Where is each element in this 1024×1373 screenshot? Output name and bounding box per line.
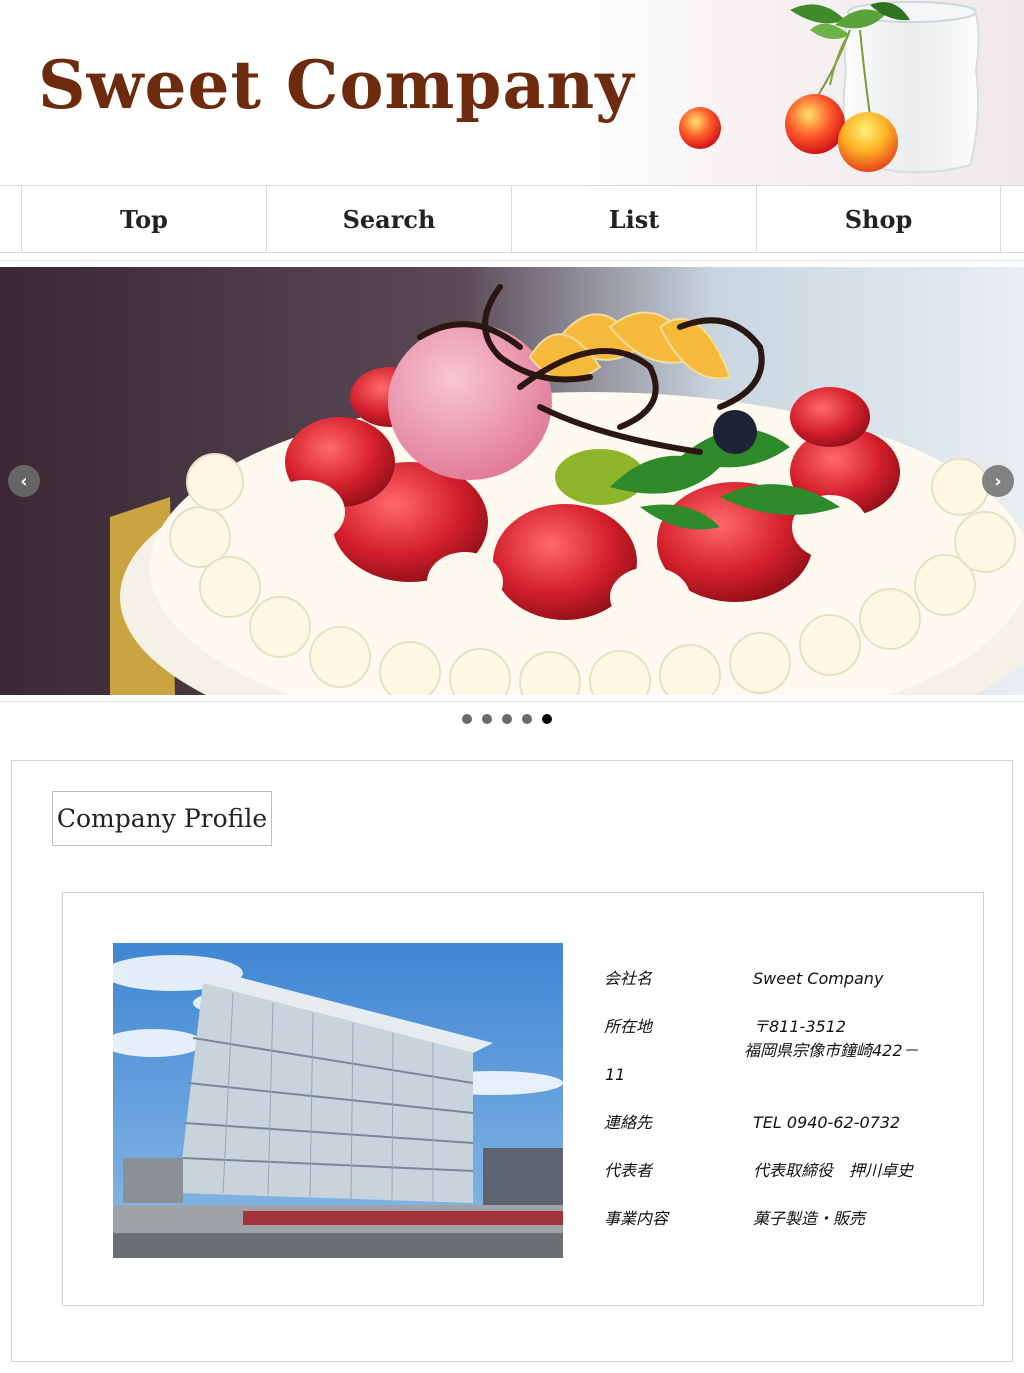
nav-divider [0,260,1024,261]
label-address: 所在地 [604,1017,653,1036]
nav-list[interactable]: List [511,186,756,252]
label-company-name: 会社名 [604,969,653,988]
section-title: Company Profile [52,791,272,846]
slider-pagination [462,714,552,726]
cake-slide-image [0,267,1024,695]
chevron-left-icon: ‹ [20,470,28,492]
nav-search[interactable]: Search [266,186,511,252]
value-postal-code: 〒811-3512 [753,1017,847,1036]
value-contact: TEL 0940-62-0732 [753,1113,901,1132]
label-representative: 代表者 [604,1161,653,1180]
hero-slider[interactable] [0,267,1024,695]
value-address-line: 福岡県宗像市鐘崎422－ [744,1041,919,1060]
chevron-right-icon: › [994,470,1002,492]
slider-divider [0,701,1024,702]
slider-next-button[interactable]: › [982,465,1014,497]
cherries-jar-image [679,1,980,174]
value-business: 菓子製造・販売 [753,1209,866,1228]
value-representative: 代表取締役 押川卓史 [753,1161,914,1180]
nav-shop[interactable]: Shop [756,186,1001,252]
value-company-name: Sweet Company [753,969,884,988]
site-header: Sweet Company [0,0,1024,185]
slider-dot-2[interactable] [482,714,492,724]
slider-dot-4[interactable] [522,714,532,724]
slider-prev-button[interactable]: ‹ [8,465,40,497]
slider-dot-5[interactable] [542,714,552,724]
site-title[interactable]: Sweet Company [38,52,635,118]
slider-dot-3[interactable] [502,714,512,724]
label-business: 事業内容 [604,1209,669,1228]
value-address-number: 11 [605,1065,626,1084]
company-building-image [113,943,563,1258]
nav-top[interactable]: Top [21,186,266,252]
main-nav: Top Search List Shop [0,185,1024,253]
label-contact: 連絡先 [604,1113,653,1132]
slider-dot-1[interactable] [462,714,472,724]
